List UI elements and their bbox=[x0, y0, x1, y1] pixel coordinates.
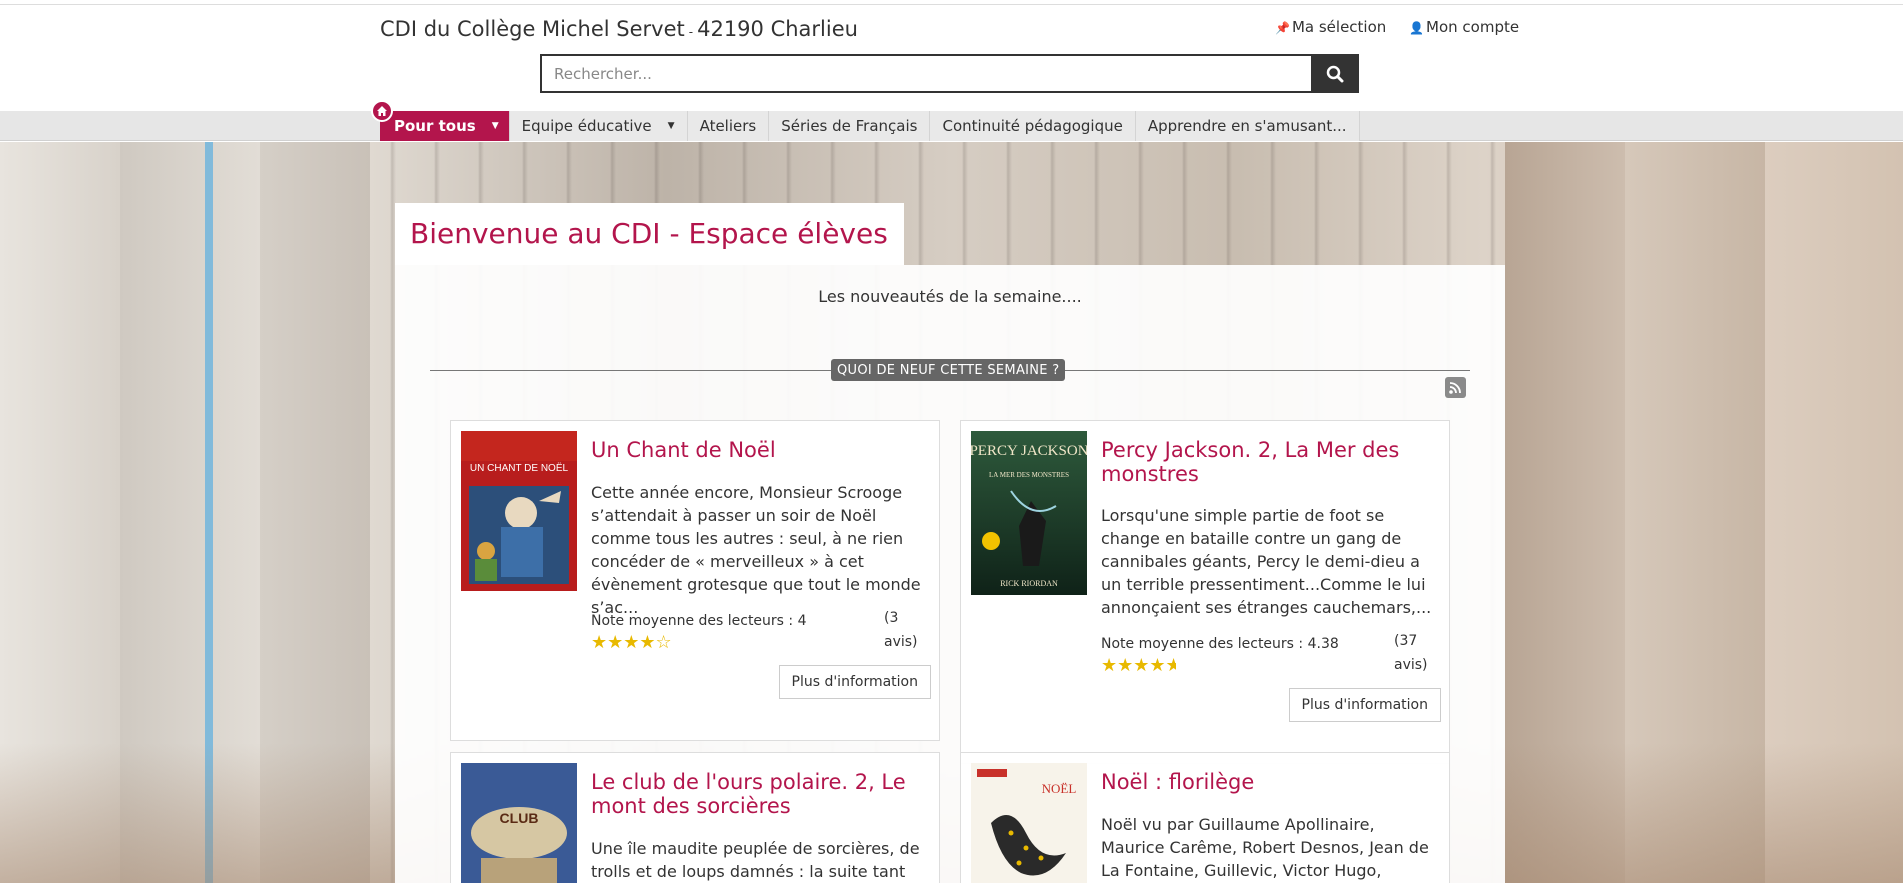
page-title-tab: Bienvenue au CDI - Espace élèves bbox=[395, 203, 904, 265]
cover-title: PERCY JACKSON bbox=[971, 443, 1087, 459]
pin-icon: 📌 bbox=[1275, 21, 1290, 35]
book-cover[interactable]: NOËL bbox=[971, 763, 1087, 883]
nav-item-pour-tous[interactable]: Pour tous ▼ bbox=[380, 111, 510, 141]
cover-subtitle: LA MER DES MONSTRES bbox=[989, 471, 1069, 479]
section-label: QUOI DE NEUF CETTE SEMAINE ? bbox=[831, 359, 1066, 381]
book-title[interactable]: Noël : florilège bbox=[1101, 770, 1441, 794]
cover-title: CLUB bbox=[500, 810, 539, 826]
site-title[interactable]: CDI du Collège Michel Servet -42190 Charl… bbox=[380, 17, 858, 41]
user-icon: 👤 bbox=[1409, 21, 1425, 35]
book-cover[interactable]: UN CHANT DE NOËL bbox=[461, 431, 577, 591]
cover-title: UN CHANT DE NOËL bbox=[470, 462, 569, 474]
nav-item-series-francais[interactable]: Séries de Français bbox=[769, 111, 931, 141]
rating-label: Note moyenne des lecteurs : 4.38 bbox=[1101, 636, 1339, 652]
book-description: Une île maudite peuplée de sorcières, de… bbox=[591, 839, 920, 881]
search-button[interactable] bbox=[1311, 54, 1359, 93]
star-outline-icon: ☆ bbox=[655, 632, 672, 653]
page-title: Bienvenue au CDI - Espace élèves bbox=[410, 217, 888, 250]
search-input[interactable] bbox=[542, 56, 1297, 91]
site-title-separator: - bbox=[688, 25, 694, 39]
more-info-button[interactable]: Plus d'information bbox=[778, 665, 931, 699]
book-cover[interactable]: CLUB bbox=[461, 763, 577, 883]
book-card: PERCY JACKSON LA MER DES MONSTRES RICK R… bbox=[960, 420, 1450, 764]
book-card: UN CHANT DE NOËL Un Chant de Noël Cette … bbox=[450, 420, 940, 741]
cover-title: NOËL bbox=[1042, 781, 1077, 796]
nav-item-apprendre[interactable]: Apprendre en s'amusant... bbox=[1135, 111, 1360, 141]
book-description: Lorsqu'une simple partie de foot se chan… bbox=[1101, 506, 1432, 617]
book-card: NOËL Noël : florilège Noël vu par Guilla… bbox=[960, 752, 1450, 883]
home-icon[interactable] bbox=[371, 100, 393, 122]
review-count: (37 avis) bbox=[1394, 633, 1428, 673]
more-info-button[interactable]: Plus d'information bbox=[1288, 688, 1441, 722]
main-nav: Pour tous ▼ Equipe éducative ▼ Ateliers Sé… bbox=[0, 111, 1903, 141]
cover-author: RICK RIORDAN bbox=[1000, 579, 1058, 588]
content-panel: Les nouveautés de la semaine.... QUOI DE… bbox=[395, 265, 1505, 883]
nav-item-continuite-pedagogique[interactable]: Continuité pédagogique bbox=[930, 111, 1136, 141]
book-description: Noël vu par Guillaume Apollinaire, Mauri… bbox=[1101, 815, 1429, 880]
rating-stars: ★★★★☆ bbox=[591, 632, 672, 653]
rating-label: Note moyenne des lecteurs : 4 bbox=[591, 613, 807, 629]
nav-item-ateliers[interactable]: Ateliers bbox=[687, 111, 770, 141]
book-title[interactable]: Percy Jackson. 2, La Mer des monstres bbox=[1101, 438, 1441, 486]
review-count: (3 avis) bbox=[884, 610, 918, 650]
nav-item-equipe-educative[interactable]: Equipe éducative ▼ bbox=[509, 111, 688, 141]
search-bar bbox=[540, 54, 1359, 93]
site-title-location: 42190 Charlieu bbox=[697, 17, 858, 41]
caret-down-icon: ▼ bbox=[491, 121, 499, 131]
book-cover[interactable]: PERCY JACKSON LA MER DES MONSTRES RICK R… bbox=[971, 431, 1087, 595]
my-account-link[interactable]: 👤 Mon compte bbox=[1409, 18, 1519, 36]
star-icon: ★★★★ bbox=[1101, 655, 1166, 676]
book-description: Cette année encore, Monsieur Scrooge s’a… bbox=[591, 483, 921, 617]
rss-icon[interactable] bbox=[1445, 377, 1466, 398]
book-title[interactable]: Un Chant de Noël bbox=[591, 438, 931, 462]
star-icon: ★★★★ bbox=[591, 632, 656, 653]
book-title[interactable]: Le club de l'ours polaire. 2, Le mont de… bbox=[591, 770, 931, 818]
caret-down-icon: ▼ bbox=[667, 121, 675, 131]
my-selection-link[interactable]: 📌 Ma sélection bbox=[1275, 18, 1386, 36]
intro-text: Les nouveautés de la semaine.... bbox=[818, 287, 1082, 306]
site-title-name: CDI du Collège Michel Servet bbox=[380, 17, 685, 41]
rating-stars: ★★★★★ bbox=[1101, 655, 1176, 676]
star-half-icon: ★ bbox=[1165, 655, 1176, 676]
search-icon bbox=[1326, 65, 1344, 82]
site-header: CDI du Collège Michel Servet -42190 Charl… bbox=[0, 5, 1903, 110]
top-links: 📌 Ma sélection 👤 Mon compte bbox=[1275, 18, 1537, 36]
book-card: CLUB Le club de l'ours polaire. 2, Le mo… bbox=[450, 752, 940, 883]
